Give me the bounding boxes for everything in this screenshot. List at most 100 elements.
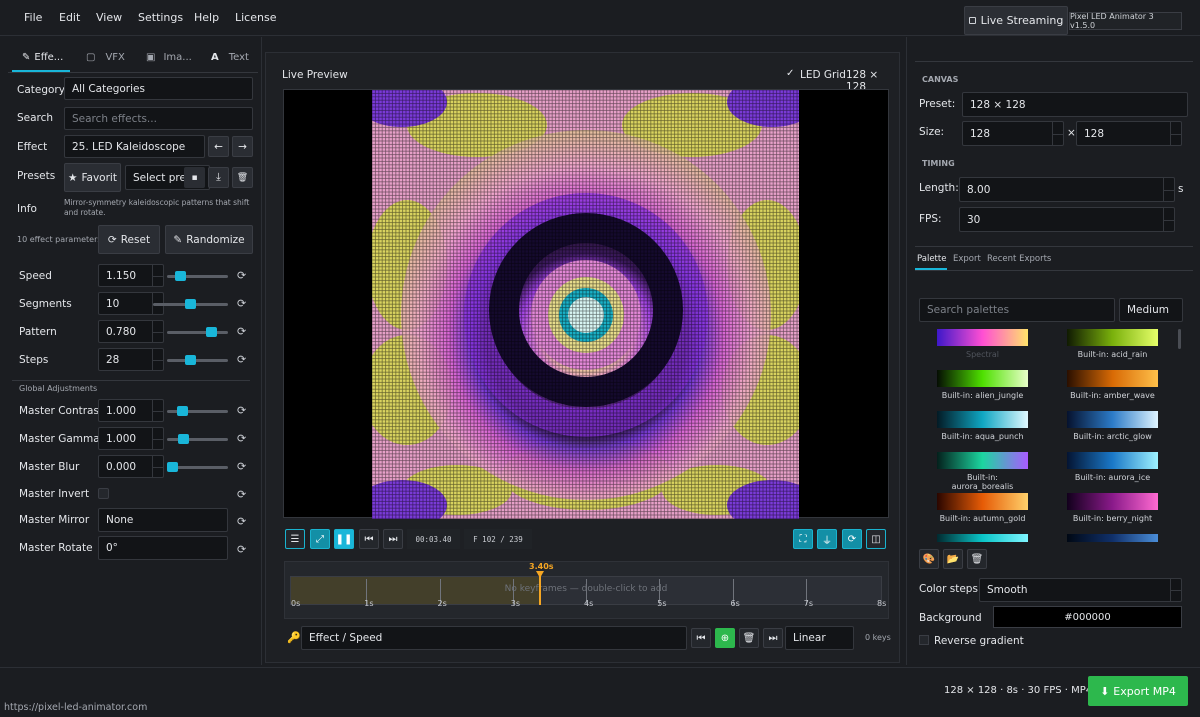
reset-param-icon[interactable]: ⟳ [237,269,246,282]
tab-vfx[interactable]: ▢ VFX [86,52,125,63]
tab-palette[interactable]: Palette [917,254,946,264]
skip-end-button[interactable]: ⏭ [383,529,403,549]
reset-param-icon[interactable]: ⟳ [237,460,246,473]
param-value-input[interactable]: 1.000 [98,427,164,450]
palette-swatch[interactable] [937,493,1028,510]
param-slider[interactable] [153,299,228,309]
menu-settings[interactable]: Settings [138,11,183,24]
next-keyframe-button[interactable]: ⏭ [763,628,783,648]
param-slider[interactable] [167,327,228,337]
save-preset-button[interactable]: ▪ [184,167,205,188]
palette-size-select[interactable]: Medium [1119,298,1183,322]
menu-button[interactable]: ☰ [285,529,305,549]
next-effect-button[interactable]: → [232,136,253,157]
add-palette-button[interactable]: 🎨 [919,549,939,569]
slider-knob[interactable] [206,327,217,337]
search-effects-input[interactable]: Search effects... [64,107,253,130]
slider-knob[interactable] [184,355,196,365]
param-slider[interactable] [167,406,228,416]
slider-knob[interactable] [167,462,178,472]
reset-invert-icon[interactable]: ⟳ [237,488,246,501]
skip-start-button[interactable]: ⏮ [359,529,379,549]
background-color-input[interactable]: #000000 [993,606,1182,628]
preview-canvas[interactable] [283,89,889,519]
tab-image[interactable]: ▣ Ima... [146,52,192,63]
canvas-width-input[interactable]: 128 [962,121,1064,146]
param-value-input[interactable]: 1.150 [98,264,164,287]
keyframe-param-select[interactable]: Effect / Speed [301,626,687,650]
param-slider[interactable] [167,355,228,365]
slider-knob[interactable] [177,406,188,416]
palette-swatch[interactable] [1067,534,1158,542]
canvas-preset-select[interactable]: 128 × 128 [962,92,1188,117]
slider-knob[interactable] [185,299,196,309]
randomize-button[interactable]: ✎ Randomize [165,225,253,254]
pause-button[interactable]: ❚❚ [334,529,354,549]
prev-effect-button[interactable]: ← [208,136,229,157]
palette-swatch[interactable] [937,534,1028,542]
param-value-input[interactable]: 0.000 [98,455,164,478]
delete-keyframe-button[interactable]: 🗑 [739,628,759,648]
add-keyframe-button[interactable]: ⊕ [715,628,735,648]
tab-text[interactable]: A Text [211,52,249,63]
slider-knob[interactable] [174,271,186,281]
reset-param-icon[interactable]: ⟳ [237,325,246,338]
param-slider[interactable] [167,434,228,444]
reset-button[interactable]: ⟳ Reset [98,225,160,254]
palette-scrollbar[interactable] [1178,329,1181,349]
reset-mirror-icon[interactable]: ⟳ [237,515,246,528]
delete-palette-button[interactable]: 🗑 [967,549,987,569]
reset-param-icon[interactable]: ⟳ [237,353,246,366]
palette-swatch[interactable] [937,370,1028,387]
palette-swatch[interactable] [1067,370,1158,387]
color-steps-select[interactable]: Smooth [979,578,1182,602]
menu-edit[interactable]: Edit [59,11,80,24]
palette-swatch[interactable] [937,329,1028,346]
menu-view[interactable]: View [96,11,122,24]
palette-swatch[interactable] [937,452,1028,469]
favorite-button[interactable]: ★ Favorit [64,163,121,192]
reset-rotate-icon[interactable]: ⟳ [237,543,246,556]
tab-export[interactable]: Export [953,254,981,264]
param-value-input[interactable]: 28 [98,348,164,371]
menu-help[interactable]: Help [194,11,219,24]
search-palettes-input[interactable]: Search palettes [919,298,1115,322]
param-value-input[interactable]: 1.000 [98,399,164,422]
palette-swatch[interactable] [1067,452,1158,469]
menu-file[interactable]: File [24,11,42,24]
loop-button[interactable]: ⟳ [842,529,862,549]
slider-knob[interactable] [178,434,189,444]
master-mirror-select[interactable]: None [98,508,228,532]
easing-select[interactable]: Linear [785,626,854,650]
canvas-height-input[interactable]: 128 [1076,121,1182,146]
timeline[interactable]: No keyframes — double-click to add 3.40s… [284,561,889,619]
master-invert-checkbox[interactable] [98,488,109,499]
palette-swatch[interactable] [1067,411,1158,428]
tab-effects[interactable]: ✎ Effe... [22,52,63,63]
effect-select[interactable]: 25. LED Kaleidoscope [64,135,205,158]
fullscreen-button[interactable]: ⛶ [793,529,813,549]
reset-param-icon[interactable]: ⟳ [237,432,246,445]
palette-swatch[interactable] [1067,493,1158,510]
param-slider[interactable] [167,271,228,281]
length-input[interactable]: 8.00 [959,177,1175,202]
reset-param-icon[interactable]: ⟳ [237,297,246,310]
open-palette-button[interactable]: 📂 [943,549,963,569]
category-select[interactable]: All Categories [64,77,253,100]
split-view-button[interactable]: ◫ [866,529,886,549]
fit-button[interactable]: ⤢ [310,529,330,549]
tab-recent-exports[interactable]: Recent Exports [987,254,1051,264]
palette-swatch[interactable] [1067,329,1158,346]
prev-keyframe-button[interactable]: ⏮ [691,628,711,648]
reverse-gradient-checkbox[interactable] [919,635,929,645]
export-mp4-button[interactable]: ⬇ Export MP4 [1088,676,1188,706]
fps-input[interactable]: 30 [959,207,1175,232]
master-rotate-select[interactable]: 0° [98,536,228,560]
param-value-input[interactable]: 0.780 [98,320,164,343]
menu-license[interactable]: License [235,11,276,24]
palette-swatch[interactable] [937,411,1028,428]
reset-param-icon[interactable]: ⟳ [237,404,246,417]
footer-url[interactable]: https://pixel-led-animator.com [4,702,147,713]
delete-preset-button[interactable]: 🗑 [232,167,253,188]
download-preset-button[interactable]: ⤓ [208,167,229,188]
